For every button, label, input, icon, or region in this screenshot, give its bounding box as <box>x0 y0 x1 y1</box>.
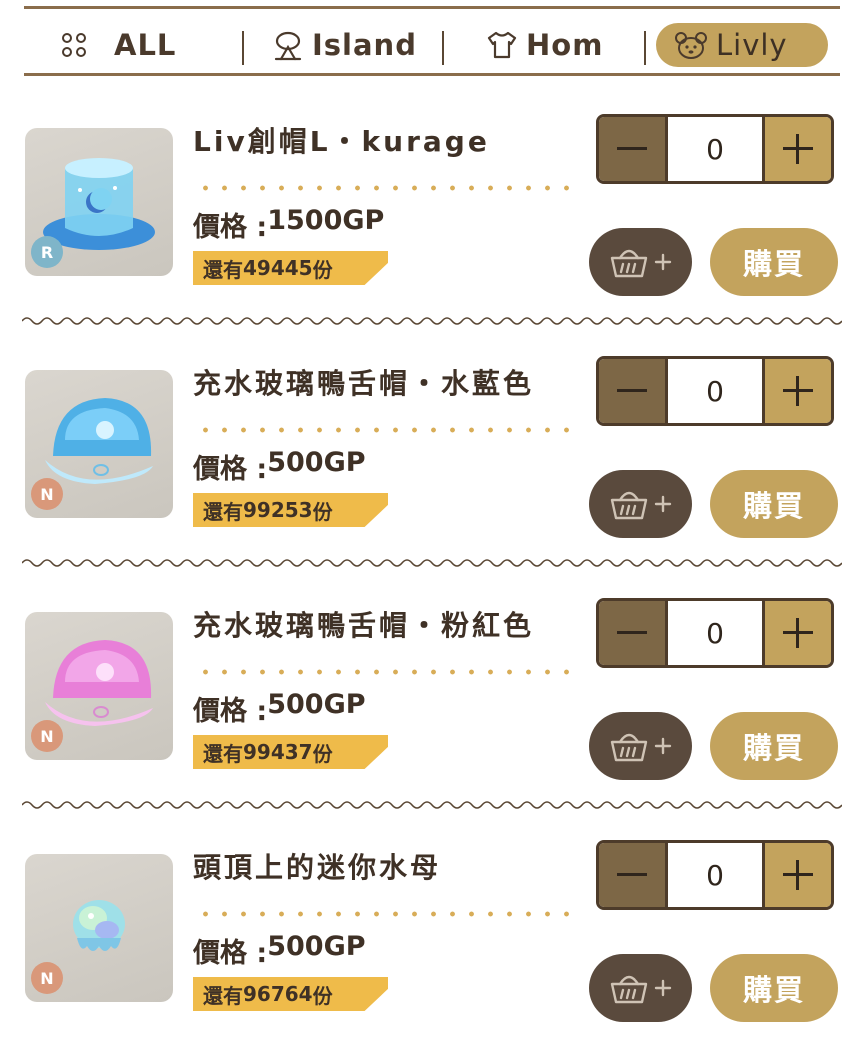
decrease-button[interactable] <box>599 843 668 907</box>
minus-icon <box>617 631 647 634</box>
item-price: 價格 : 500GP <box>193 931 366 970</box>
shop-item: R Liv創帽L・kurage 價格 : 1500GP 還有 49445份 0 <box>0 0 864 325</box>
quantity-value[interactable]: 0 <box>668 117 762 181</box>
stock-value: 96764 <box>243 982 313 1006</box>
increase-button[interactable] <box>762 601 831 665</box>
shop-item: N 充水玻璃鴨舌帽・粉紅色 價格 : 500GP 還有 99437 份 0 購買 <box>0 484 864 809</box>
item-name: 充水玻璃鴨舌帽・水藍色 <box>193 367 535 400</box>
decrease-button[interactable] <box>599 359 668 423</box>
increase-button[interactable] <box>762 117 831 181</box>
quantity-stepper: 0 <box>596 840 834 910</box>
price-value: 500GP <box>267 689 366 720</box>
minus-icon <box>617 389 647 392</box>
increase-button[interactable] <box>762 843 831 907</box>
minus-icon <box>617 873 647 876</box>
buy-button[interactable]: 購買 <box>710 954 838 1022</box>
price-label: 價格 : <box>193 454 268 485</box>
item-name: Liv創帽L・kurage <box>193 125 490 158</box>
plus-icon <box>783 618 813 648</box>
stock-prefix: 還有 <box>203 983 243 1008</box>
item-name: 充水玻璃鴨舌帽・粉紅色 <box>193 609 535 642</box>
plus-icon <box>783 134 813 164</box>
quantity-value[interactable]: 0 <box>668 359 762 423</box>
dotted-divider <box>196 911 578 917</box>
price-value: 500GP <box>267 447 366 478</box>
plus-icon <box>783 860 813 890</box>
shop-item: N 充水玻璃鴨舌帽・水藍色 價格 : 500GP 還有 99253 份 0 購買 <box>0 242 864 567</box>
price-label: 價格 : <box>193 696 268 727</box>
price-value: 500GP <box>267 931 366 962</box>
quantity-value[interactable]: 0 <box>668 843 762 907</box>
quantity-stepper: 0 <box>596 598 834 668</box>
price-value: 1500GP <box>267 205 385 236</box>
quantity-stepper: 0 <box>596 114 834 184</box>
dotted-divider <box>196 185 578 191</box>
dotted-divider <box>196 427 578 433</box>
shop-item: N 頭頂上的迷你水母 價格 : 500GP 還有 96764 份 0 購買 <box>0 726 864 1022</box>
plus-icon <box>783 376 813 406</box>
item-thumbnail[interactable]: N <box>25 854 173 1002</box>
quantity-value[interactable]: 0 <box>668 601 762 665</box>
dotted-divider <box>196 669 578 675</box>
increase-button[interactable] <box>762 359 831 423</box>
stock-badge: 還有 96764 份 <box>193 977 388 1011</box>
rarity-badge: N <box>31 962 63 994</box>
price-label: 價格 : <box>193 938 268 969</box>
price-label: 價格 : <box>193 212 268 243</box>
basket-plus-icon <box>610 975 671 1004</box>
decrease-button[interactable] <box>599 117 668 181</box>
item-price: 價格 : 500GP <box>193 689 366 728</box>
decrease-button[interactable] <box>599 601 668 665</box>
minus-icon <box>617 147 647 150</box>
item-name: 頭頂上的迷你水母 <box>193 851 442 884</box>
stock-suffix: 份 <box>312 983 333 1008</box>
quantity-stepper: 0 <box>596 356 834 426</box>
item-price: 價格 : 1500GP <box>193 205 384 244</box>
add-to-cart-button[interactable] <box>589 954 692 1022</box>
item-price: 價格 : 500GP <box>193 447 366 486</box>
